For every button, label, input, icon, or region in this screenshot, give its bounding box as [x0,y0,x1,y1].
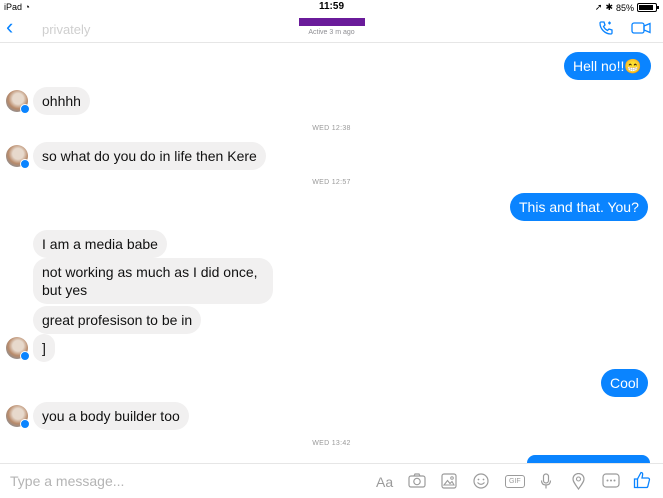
more-options-icon[interactable] [602,473,620,488]
bluetooth-icon: ✱ [605,2,613,12]
messenger-badge-icon [20,351,30,361]
incoming-message[interactable]: great profesison to be in [33,306,202,334]
video-call-icon[interactable] [631,22,651,34]
location-pin-icon[interactable] [572,473,585,490]
conversation-header: ‹ privately Active 3 m ago [0,14,663,43]
message-input[interactable] [10,472,310,490]
outgoing-message-partial[interactable] [527,455,650,463]
outgoing-message[interactable]: This and that. You? [510,193,648,221]
battery-icon [637,3,659,12]
incoming-message[interactable]: ] [33,334,55,362]
phone-call-icon[interactable] [598,20,614,36]
microphone-icon[interactable] [540,473,552,490]
gif-button[interactable]: GIF [505,475,525,488]
messenger-badge-icon [20,159,30,169]
emoji-icon[interactable] [473,473,489,489]
incoming-message[interactable]: ohhhh [33,87,90,115]
messenger-badge-icon [20,419,30,429]
like-thumbs-up-icon[interactable] [633,471,651,489]
incoming-message[interactable]: you a body builder too [33,402,189,430]
text-format-button[interactable]: Aa [376,474,393,490]
active-status: Active 3 m ago [308,29,355,36]
contact-avatar[interactable] [6,90,30,114]
status-right: ➚ ✱ 85% [594,2,659,13]
contact-avatar[interactable] [6,145,30,169]
messenger-badge-icon [20,104,30,114]
timestamp: WED 13:42 [312,440,351,447]
contact-avatar[interactable] [6,337,30,361]
contact-avatar[interactable] [6,405,30,429]
incoming-message[interactable]: so what do you do in life then Kere [33,142,266,170]
camera-icon[interactable] [408,473,426,488]
message-composer: Aa GIF [0,463,663,498]
timestamp: WED 12:38 [312,125,351,132]
clock: 11:59 [318,1,345,12]
outgoing-message[interactable]: Cool [601,369,648,397]
incoming-message[interactable]: not working as much as I did once, but y… [33,258,273,304]
timestamp: WED 12:57 [312,179,351,186]
outgoing-message[interactable]: Hell no!!😁 [564,52,651,80]
battery-percent: 85% [615,2,634,13]
status-bar: iPad ◔ 11:59 ➚ ✱ 85% [0,0,663,14]
location-icon: ➚ [594,2,603,12]
incoming-message[interactable]: I am a media babe [33,230,167,258]
photo-gallery-icon[interactable] [441,473,457,489]
contact-name-redacted[interactable] [299,18,365,26]
